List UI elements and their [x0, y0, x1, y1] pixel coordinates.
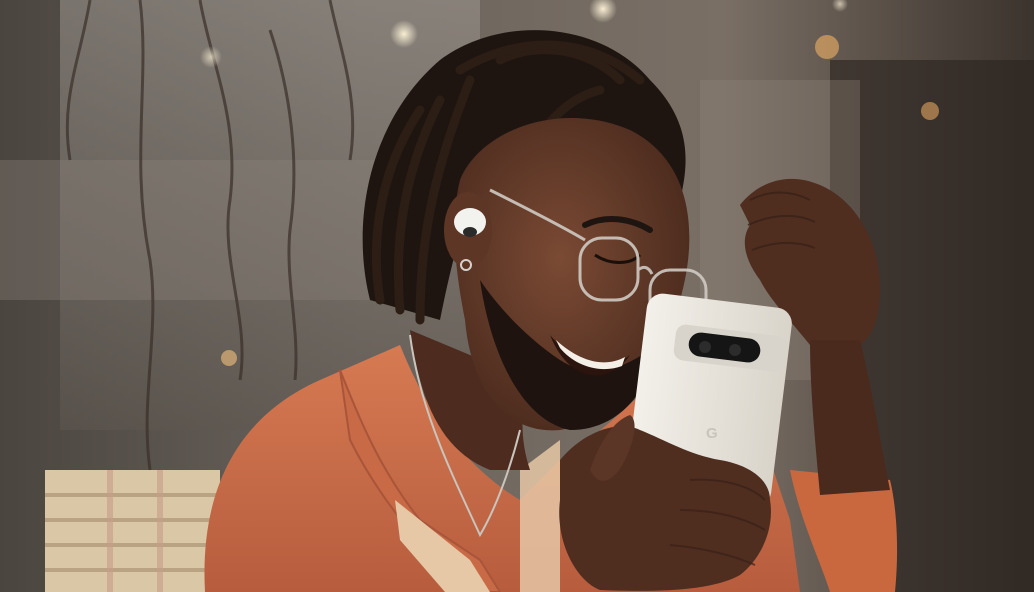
photo-scene: G	[0, 0, 1034, 592]
phone-logo: G	[706, 425, 718, 442]
photo: G	[0, 0, 1034, 592]
basket-chair	[45, 470, 220, 592]
window-ledge	[0, 160, 380, 300]
